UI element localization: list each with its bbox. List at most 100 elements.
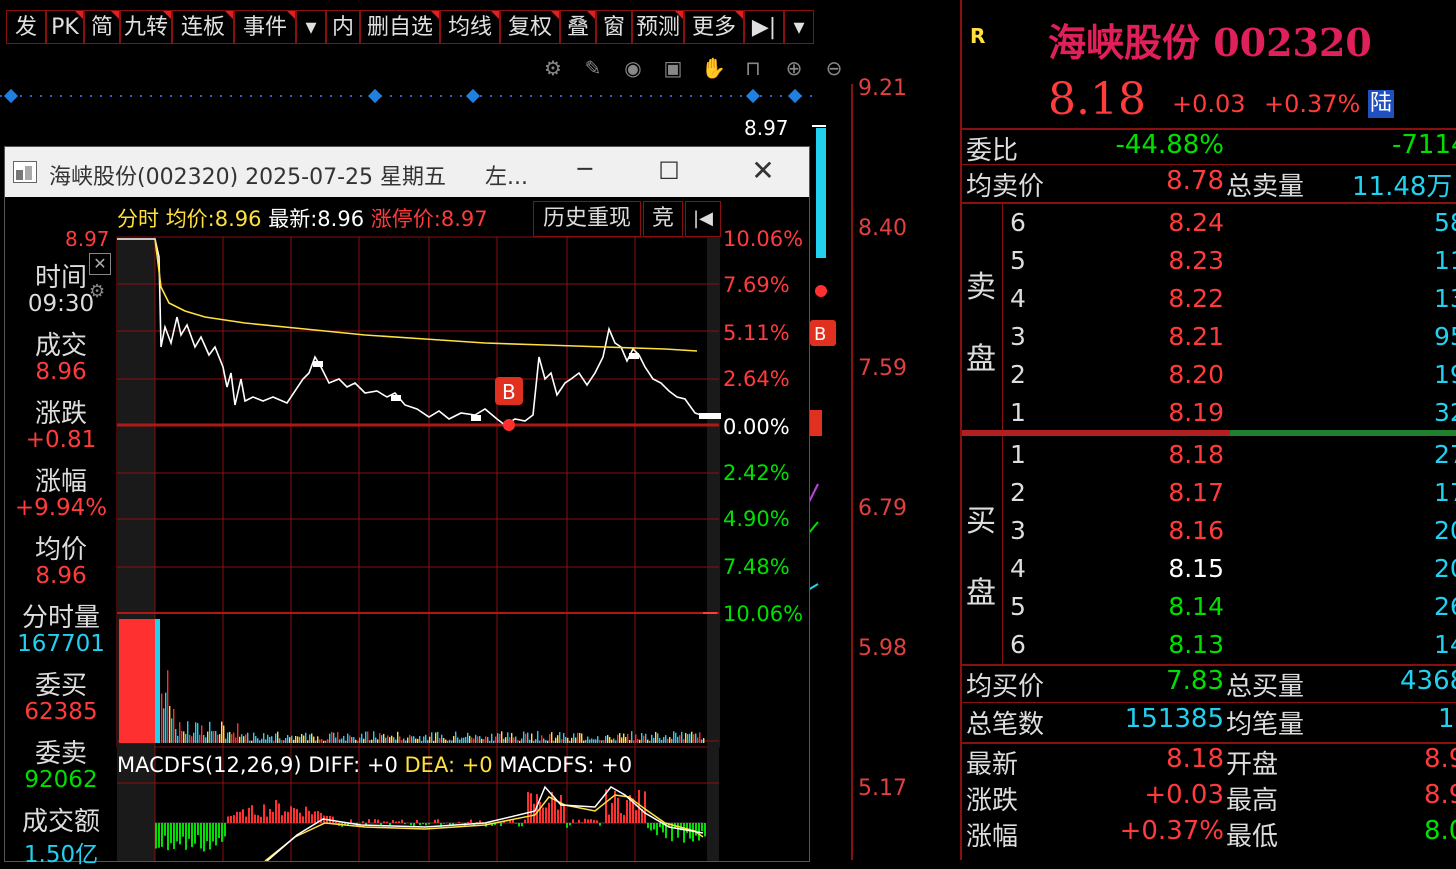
volume-bar (399, 737, 400, 743)
settings-icon[interactable]: ⚙ (541, 56, 565, 80)
main-axis-label: 9.21 (858, 76, 907, 101)
volume-bar (647, 740, 648, 743)
volume-bar (233, 733, 234, 743)
pen-icon[interactable]: ✎ (581, 56, 605, 80)
volume-bar (609, 737, 610, 743)
toolbar-jian-button[interactable]: 简 (84, 10, 120, 44)
volume-bar (235, 737, 236, 743)
volume-bar (195, 722, 196, 743)
macd-bar (170, 823, 172, 843)
toolbar-shijian-button[interactable]: 事件 (234, 10, 296, 44)
volume-bar (347, 734, 348, 743)
macd-bar (350, 819, 352, 823)
volume-bar (535, 739, 536, 743)
macd-bar (584, 819, 586, 823)
volume-bar (517, 740, 518, 743)
volume-bar (635, 734, 636, 743)
volume-bar (397, 732, 398, 743)
volume-bar (211, 731, 212, 743)
volume-bar (615, 740, 616, 743)
volume-bar (249, 741, 250, 743)
macd-bar (266, 817, 268, 823)
volume-bar (689, 734, 690, 743)
volume-bar (219, 734, 220, 743)
volume-bar (191, 736, 192, 743)
volume-bar (411, 736, 412, 743)
zoom-in-icon[interactable]: ⊕ (782, 56, 806, 80)
toolbar-lianban-button[interactable]: 连板 (172, 10, 234, 44)
toolbar-dropdown2-button[interactable]: ▾ (784, 10, 814, 44)
current-price: 8.18 (1048, 74, 1146, 125)
volume-bar (417, 739, 418, 743)
toolbar-die-button[interactable]: 叠 (560, 10, 596, 44)
volume-bar (179, 722, 180, 743)
macd-bar (299, 813, 301, 823)
avg-buy-value: 7.83 (1166, 666, 1224, 696)
toolbar-button-label: 叠 (567, 15, 589, 40)
volume-bar (491, 734, 492, 743)
macd-bar (437, 819, 439, 823)
volume-bar (469, 736, 470, 743)
volume-bar (475, 735, 476, 743)
macd-bar (563, 805, 565, 823)
volume-bar (415, 739, 416, 743)
event-marker (313, 361, 323, 367)
toolbar-gengduo-button[interactable]: 更多 (684, 10, 744, 44)
macd-diff: DIFF: +0 (308, 753, 398, 777)
volume-bar (661, 740, 662, 743)
volume-bar (671, 739, 672, 743)
volume-bar (513, 738, 514, 743)
zoom-out-icon[interactable]: ⊖ (822, 56, 846, 80)
volume-bar (263, 733, 264, 743)
macd-bar (404, 823, 406, 824)
toolbar-chuang-button[interactable]: 窗 (596, 10, 632, 44)
volume-bar (293, 740, 294, 743)
volume-bar (495, 737, 496, 743)
toolbar-shanzixuan-button[interactable]: 删自选 (360, 10, 440, 44)
volume-bar (367, 732, 368, 743)
toolbar-jiuzhuan-button[interactable]: 九转 (120, 10, 172, 44)
macd-bar (206, 823, 208, 841)
volume-bar (559, 732, 560, 743)
eye-icon[interactable]: ◉ (621, 56, 645, 80)
volume-bar (317, 736, 318, 743)
buy-order-price: 8.18 (1168, 440, 1224, 469)
toolbar-dropdown-button[interactable]: ▾ (296, 10, 326, 44)
toolbar-next-button[interactable]: ▶| (744, 10, 784, 44)
macd-bar (248, 808, 250, 823)
volume-bar (301, 734, 302, 743)
toolbar-fa-button[interactable]: 发 (6, 10, 46, 44)
lock-icon[interactable]: ⊓ (741, 56, 765, 80)
briefcase-icon[interactable]: ▣ (661, 56, 685, 80)
toolbar-button-label: 事件 (243, 15, 287, 40)
volume-bar (597, 736, 598, 743)
macd-bar (233, 815, 235, 823)
toolbar-yuce-button[interactable]: 预测 (632, 10, 684, 44)
volume-bar (687, 734, 688, 743)
volume-bar (641, 733, 642, 743)
weibi-diff: -7114 (1392, 130, 1456, 160)
toolbar-fuquan-button[interactable]: 复权 (500, 10, 560, 44)
macd-bar (173, 823, 175, 849)
volume-bar (359, 738, 360, 743)
volume-bar (331, 732, 332, 743)
macd-bar (656, 823, 658, 835)
volume-bar (525, 734, 526, 743)
toolbar-pk-button[interactable]: PK (46, 10, 84, 44)
macd-bar (383, 821, 385, 823)
avg-buy-label: 均买价 (966, 666, 1044, 703)
macd-bar (704, 823, 706, 836)
main-b-marker: B (814, 324, 826, 345)
event-marker (629, 353, 639, 359)
volume-bar (573, 733, 574, 743)
volume-bar (503, 739, 504, 743)
volume-bar (169, 706, 170, 743)
toolbar-nei-button[interactable]: 内 (326, 10, 360, 44)
avg-price-line (155, 239, 697, 351)
macd-bar (533, 804, 535, 823)
volume-bar (229, 732, 230, 743)
toolbar-junxian-button[interactable]: 均线 (440, 10, 500, 44)
sell-order-price: 8.23 (1168, 246, 1224, 275)
macd-bar (617, 798, 619, 823)
hand-icon[interactable]: ✋ (701, 56, 725, 80)
